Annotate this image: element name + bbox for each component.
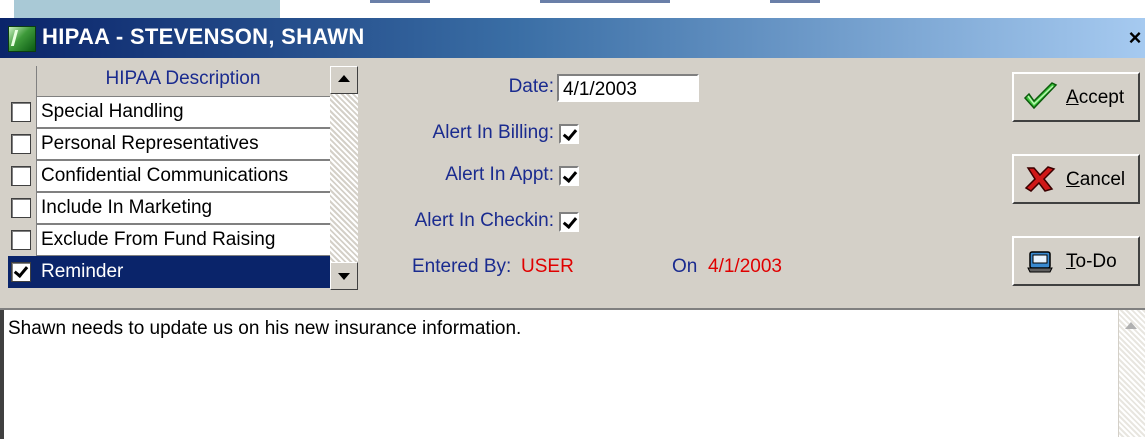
memo-border: [0, 310, 4, 439]
hipaa-dialog: HIPAA - STEVENSON, SHAWN × HIPAA Descrip…: [0, 18, 1145, 439]
x-icon: [1024, 166, 1056, 192]
scroll-down-button[interactable]: [330, 262, 358, 290]
list-item-checkbox[interactable]: [11, 134, 31, 154]
entered-on-value: 4/1/2003: [708, 256, 782, 277]
notepad-icon: [1027, 251, 1053, 273]
list-scrollbar[interactable]: [330, 66, 358, 290]
todo-button[interactable]: To-Do: [1012, 236, 1140, 286]
list-item-label[interactable]: Personal Representatives: [36, 128, 332, 160]
entered-on-label: On: [672, 256, 698, 277]
alert-billing-label: Alert In Billing:: [432, 122, 554, 143]
list-item-checkbox[interactable]: [11, 102, 31, 122]
list-rows: Special Handling Personal Representative…: [8, 96, 332, 288]
list-item[interactable]: Exclude From Fund Raising: [8, 224, 332, 256]
app-logo-icon: [8, 26, 36, 52]
alert-billing-checkbox[interactable]: [559, 124, 579, 144]
date-label: Date:: [508, 76, 554, 97]
list-item-selected[interactable]: Reminder: [8, 256, 332, 288]
list-item[interactable]: Personal Representatives: [8, 128, 332, 160]
scroll-track[interactable]: [330, 94, 358, 262]
background-window-fragment: [370, 0, 830, 6]
alert-checkin-checkbox[interactable]: [559, 212, 579, 232]
hipaa-description-list[interactable]: HIPAA Description Special Handling Perso…: [8, 66, 358, 290]
cancel-button[interactable]: Cancel: [1012, 154, 1140, 204]
checkmark-icon: [1023, 82, 1058, 110]
date-field[interactable]: 4/1/2003: [557, 74, 699, 102]
alert-appt-checkbox[interactable]: [559, 166, 579, 186]
list-item-checkbox[interactable]: [11, 166, 31, 186]
entered-by-value: USER: [521, 256, 574, 277]
title-bar: HIPAA - STEVENSON, SHAWN ×: [0, 18, 1145, 58]
entered-by-label: Entered By:: [412, 256, 512, 277]
scroll-up-button[interactable]: [330, 66, 358, 94]
list-item-checkbox[interactable]: [11, 198, 31, 218]
accept-button[interactable]: Accept: [1012, 72, 1140, 122]
alert-appt-label: Alert In Appt:: [445, 164, 554, 185]
scroll-up-icon: [1125, 322, 1137, 329]
list-item-label[interactable]: Confidential Communications: [36, 160, 332, 192]
todo-label: To-Do: [1066, 251, 1117, 272]
list-item-checkbox-checked[interactable]: [11, 262, 31, 282]
list-item[interactable]: Confidential Communications: [8, 160, 332, 192]
notes-textarea[interactable]: Shawn needs to update us on his new insu…: [0, 308, 1145, 439]
alert-checkin-label: Alert In Checkin:: [414, 210, 554, 231]
list-header-check-column: [8, 66, 37, 96]
close-button[interactable]: ×: [1125, 23, 1145, 53]
arrow-up-icon: [338, 75, 350, 82]
list-item-label[interactable]: Special Handling: [36, 96, 332, 128]
arrow-down-icon: [338, 273, 350, 280]
list-item[interactable]: Include In Marketing: [8, 192, 332, 224]
window-title: HIPAA - STEVENSON, SHAWN: [42, 24, 365, 49]
list-item-label[interactable]: Include In Marketing: [36, 192, 332, 224]
accept-label: Accept: [1066, 87, 1125, 108]
list-item-checkbox[interactable]: [11, 230, 31, 250]
cancel-label: Cancel: [1066, 169, 1126, 190]
list-item-label[interactable]: Reminder: [36, 256, 332, 288]
notes-text[interactable]: Shawn needs to update us on his new insu…: [8, 318, 521, 340]
list-header: HIPAA Description: [8, 66, 330, 96]
list-item-label[interactable]: Exclude From Fund Raising: [36, 224, 332, 256]
list-header-label: HIPAA Description: [105, 68, 261, 89]
memo-scrollbar[interactable]: [1118, 310, 1145, 437]
list-item[interactable]: Special Handling: [8, 96, 332, 128]
